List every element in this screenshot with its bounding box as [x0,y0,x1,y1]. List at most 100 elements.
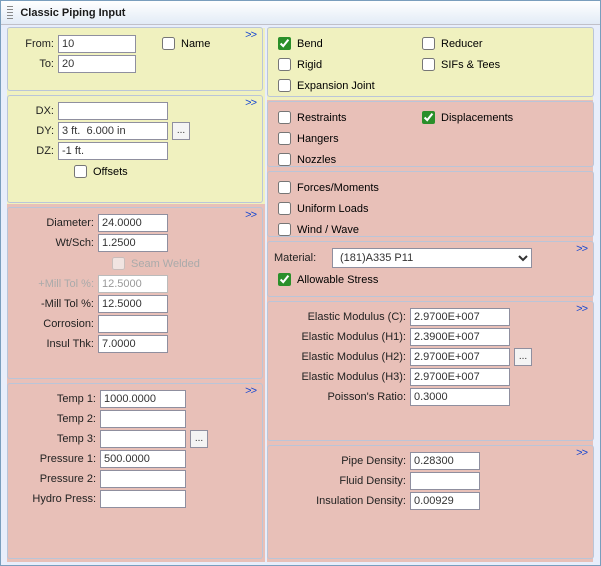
allowable-checkbox-input[interactable] [278,273,291,286]
to-input[interactable] [58,55,136,73]
name-checkbox-input[interactable] [162,37,175,50]
ec-input[interactable] [410,308,510,326]
density-panel: >> Pipe Density: Fluid Density: Insulati… [267,445,594,559]
diameter-label: Diameter: [14,217,94,229]
dy-label: DY: [14,125,54,137]
wtsch-label: Wt/Sch: [14,237,94,249]
offsets-checkbox[interactable]: Offsets [70,162,128,181]
reducer-checkbox-input[interactable] [422,37,435,50]
from-label: From: [14,38,54,50]
more-icon[interactable]: >> [576,303,587,315]
eh3-input[interactable] [410,368,510,386]
uniform-checkbox-input[interactable] [278,202,291,215]
restraints-checkbox[interactable]: Restraints [274,108,414,127]
rigid-checkbox[interactable]: Rigid [274,55,414,74]
dy-input[interactable] [58,122,168,140]
expjoint-label: Expansion Joint [297,80,375,92]
pr-label: Poisson's Ratio: [274,391,406,403]
pressure1-label: Pressure 1: [14,453,96,465]
restraints-label: Restraints [297,112,347,124]
temp3-label: Temp 3: [14,433,96,445]
delta-browse-button[interactable]: ... [172,122,190,140]
bend-checkbox-input[interactable] [278,37,291,50]
ins-density-input[interactable] [410,492,480,510]
temp2-input[interactable] [100,410,186,428]
fluid-density-label: Fluid Density: [274,475,406,487]
material-panel: >> Material: (181)A335 P11 Allowable Str… [267,241,594,297]
uniform-checkbox[interactable]: Uniform Loads [274,199,369,218]
reducer-checkbox[interactable]: Reducer [418,34,483,53]
hangers-checkbox-input[interactable] [278,132,291,145]
dz-label: DZ: [14,145,54,157]
insul-input[interactable] [98,335,168,353]
pipe-density-input[interactable] [410,452,480,470]
eh1-input[interactable] [410,328,510,346]
material-label: Material: [274,252,328,264]
loads-browse-button[interactable]: ... [190,430,208,448]
seam-checkbox: Seam Welded [108,254,200,273]
delta-panel: >> DX: DY: ... DZ: Offsets [7,95,263,203]
more-icon[interactable]: >> [245,29,256,41]
displacements-checkbox[interactable]: Displacements [418,108,513,127]
displacements-label: Displacements [441,112,513,124]
displacements-checkbox-input[interactable] [422,111,435,124]
more-icon[interactable]: >> [245,209,256,221]
hydro-input[interactable] [100,490,186,508]
restraints-checkbox-input[interactable] [278,111,291,124]
more-icon[interactable]: >> [245,97,256,109]
eh2-input[interactable] [410,348,510,366]
wind-checkbox-input[interactable] [278,223,291,236]
sifs-checkbox[interactable]: SIFs & Tees [418,55,500,74]
modulus-browse-button[interactable]: ... [514,348,532,366]
wind-checkbox[interactable]: Wind / Wave [274,220,359,239]
insul-label: Insul Thk: [14,338,94,350]
allowable-label: Allowable Stress [297,274,378,286]
nozzles-checkbox[interactable]: Nozzles [274,150,336,169]
rigid-checkbox-input[interactable] [278,58,291,71]
material-select[interactable]: (181)A335 P11 [332,248,532,268]
fluid-density-input[interactable] [410,472,480,490]
bend-checkbox[interactable]: Bend [274,34,414,53]
ntol-input[interactable] [98,295,168,313]
to-label: To: [14,58,54,70]
sifs-checkbox-input[interactable] [422,58,435,71]
corrosion-input[interactable] [98,315,168,333]
offsets-label: Offsets [93,166,128,178]
eh3-label: Elastic Modulus (H3): [274,371,406,383]
element-panel: Bend Reducer Rigid SIFs & Tees [267,27,594,97]
wtsch-input[interactable] [98,234,168,252]
hangers-checkbox[interactable]: Hangers [274,129,339,148]
name-checkbox[interactable]: Name [158,34,210,53]
right-column: Bend Reducer Rigid SIFs & Tees [265,25,596,561]
dz-input[interactable] [58,142,168,160]
hydro-label: Hydro Press: [14,493,96,505]
diameter-input[interactable] [98,214,168,232]
pr-input[interactable] [410,388,510,406]
offsets-checkbox-input[interactable] [74,165,87,178]
window: Classic Piping Input >> From: Name [0,0,601,566]
expjoint-checkbox-input[interactable] [278,79,291,92]
expjoint-checkbox[interactable]: Expansion Joint [274,76,375,95]
pressure2-input[interactable] [100,470,186,488]
dx-label: DX: [14,105,54,117]
more-icon[interactable]: >> [245,385,256,397]
temp3-input[interactable] [100,430,186,448]
bend-label: Bend [297,38,323,50]
forces-checkbox[interactable]: Forces/Moments [274,178,379,197]
allowable-checkbox[interactable]: Allowable Stress [274,270,378,289]
gripper-icon [7,6,13,20]
nozzles-checkbox-input[interactable] [278,153,291,166]
loads-panel: >> Temp 1: Temp 2: Temp 3: ... Pressure … [7,383,263,559]
more-icon[interactable]: >> [576,447,587,459]
pressure1-input[interactable] [100,450,186,468]
temp2-label: Temp 2: [14,413,96,425]
forces-checkbox-input[interactable] [278,181,291,194]
rigid-label: Rigid [297,59,322,71]
temp1-input[interactable] [100,390,186,408]
sifs-label: SIFs & Tees [441,59,500,71]
more-icon[interactable]: >> [576,243,587,255]
nozzles-label: Nozzles [297,154,336,166]
wind-label: Wind / Wave [297,224,359,236]
dx-input[interactable] [58,102,168,120]
from-input[interactable] [58,35,136,53]
